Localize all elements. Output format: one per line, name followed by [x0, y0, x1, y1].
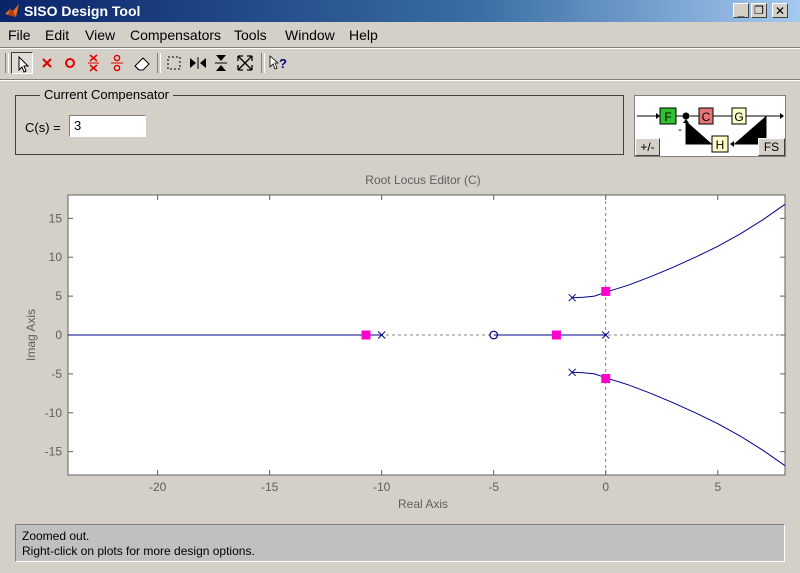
minimize-button[interactable]: _: [733, 3, 749, 18]
y-tick-label: -5: [51, 367, 62, 381]
window-title: SISO Design Tool: [24, 3, 141, 19]
add-real-pole-icon[interactable]: [36, 52, 58, 74]
toolbar: ?: [0, 50, 800, 78]
zoom-fit-icon[interactable]: [234, 52, 256, 74]
x-tick-label: -5: [488, 480, 499, 494]
matlab-logo-icon: [5, 4, 19, 17]
root-locus-plot[interactable]: -20 -15 -10 -5 0 5 -15 -10 -5 0 5 10 15 Real Axis Imag…: [0, 186, 800, 516]
add-complex-zero-icon[interactable]: [106, 52, 128, 74]
svg-text:?: ?: [279, 56, 287, 71]
y-tick-label: 0: [55, 328, 62, 342]
add-real-zero-icon[interactable]: [59, 52, 81, 74]
y-tick-label: 5: [55, 289, 62, 303]
feedback-block-diagram[interactable]: F C G H - +/- FS: [634, 95, 786, 157]
y-tick-label: -10: [45, 406, 63, 420]
maximize-button[interactable]: ❐: [751, 3, 767, 18]
compensator-legend: Current Compensator: [40, 87, 173, 102]
menu-tools[interactable]: Tools: [234, 27, 267, 43]
close-button[interactable]: ✕: [772, 3, 788, 18]
add-complex-pole-icon[interactable]: [83, 52, 105, 74]
block-f-label: F: [664, 110, 671, 124]
x-tick-label: -10: [373, 480, 391, 494]
toolbar-separator-line: [0, 79, 800, 81]
summing-minus-sign: -: [678, 122, 682, 136]
zoom-y-icon[interactable]: [210, 52, 232, 74]
block-h-label: H: [716, 138, 725, 152]
menu-window[interactable]: Window: [285, 27, 335, 43]
x-tick-label: 0: [602, 480, 609, 494]
menu-compensators[interactable]: Compensators: [130, 27, 221, 43]
toolbar-separator: [157, 53, 161, 73]
menu-view[interactable]: View: [85, 27, 115, 43]
menu-edit[interactable]: Edit: [45, 27, 69, 43]
fs-button[interactable]: FS: [758, 138, 785, 156]
y-tick-label: 10: [49, 250, 63, 264]
closed-loop-pole-marker[interactable]: [601, 374, 611, 384]
status-bar: Zoomed out. Right-click on plots for mor…: [15, 524, 785, 562]
menu-bar: File Edit View Compensators Tools Window…: [0, 24, 800, 46]
x-tick-label: -20: [149, 480, 167, 494]
block-g-label: G: [734, 110, 743, 124]
whats-this-help-icon[interactable]: ?: [267, 52, 289, 74]
sign-toggle-button[interactable]: +/-: [635, 138, 660, 156]
status-line-2: Right-click on plots for more design opt…: [22, 544, 255, 558]
y-tick-label: 15: [49, 211, 63, 225]
title-bar: SISO Design Tool _ ❐ ✕: [0, 0, 800, 22]
x-tick-label: -15: [261, 480, 279, 494]
select-arrow-icon[interactable]: [11, 52, 33, 74]
menu-file[interactable]: File: [8, 27, 31, 43]
x-tick-label: 5: [714, 480, 721, 494]
zoom-x-icon[interactable]: [187, 52, 209, 74]
closed-loop-pole-marker[interactable]: [551, 330, 561, 340]
closed-loop-pole-marker[interactable]: [361, 330, 371, 340]
toolbar-grip: [5, 53, 9, 73]
menu-help[interactable]: Help: [349, 27, 378, 43]
plot-title: Root Locus Editor (C): [365, 173, 481, 187]
status-line-1: Zoomed out.: [22, 529, 90, 543]
toolbar-separator-2: [261, 53, 265, 73]
block-c-label: C: [702, 110, 711, 124]
x-axis-label: Real Axis: [398, 497, 448, 511]
eraser-icon[interactable]: [131, 52, 153, 74]
menu-separator: [0, 47, 800, 49]
y-axis-label: Imag Axis: [24, 309, 38, 361]
y-tick-label: -15: [45, 445, 63, 459]
closed-loop-pole-marker[interactable]: [601, 286, 611, 296]
compensator-label: C(s) =: [25, 120, 61, 135]
compensator-input[interactable]: 3: [69, 115, 146, 137]
zoom-box-icon[interactable]: [163, 52, 185, 74]
